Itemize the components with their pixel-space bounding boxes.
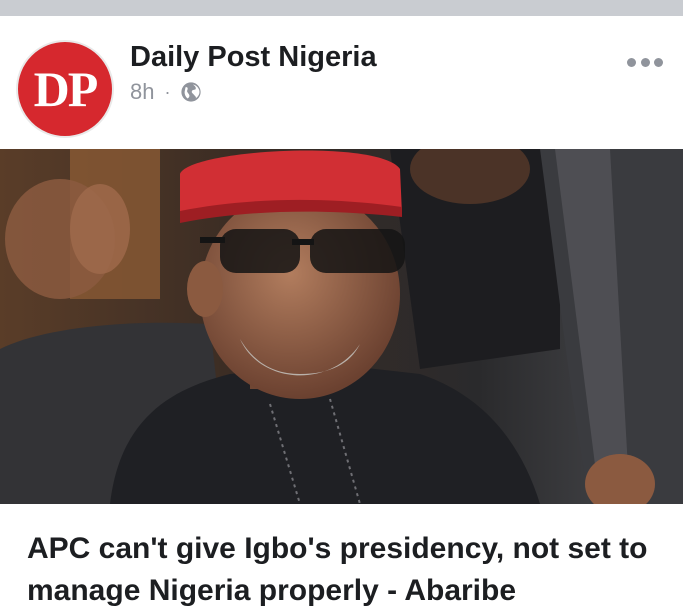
photo-illustration bbox=[0, 149, 683, 504]
avatar-logo-text: DP bbox=[33, 61, 99, 117]
link-preview[interactable]: APC can't give Igbo's presidency, not se… bbox=[0, 504, 683, 616]
more-options-icon[interactable] bbox=[627, 56, 663, 68]
post-header: DP Daily Post Nigeria 8h · bbox=[0, 16, 683, 149]
page-avatar[interactable]: DP bbox=[16, 40, 114, 138]
post-photo[interactable] bbox=[0, 149, 683, 504]
post-meta: 8h · bbox=[130, 78, 202, 106]
page-name-link[interactable]: Daily Post Nigeria bbox=[130, 40, 377, 74]
post-timestamp[interactable]: 8h bbox=[130, 79, 154, 105]
post-card: DP Daily Post Nigeria 8h · APC can't giv… bbox=[0, 16, 683, 616]
article-headline[interactable]: APC can't give Igbo's presidency, not se… bbox=[27, 528, 667, 612]
meta-separator: · bbox=[164, 81, 171, 102]
feed-top-divider bbox=[0, 0, 683, 16]
globe-icon bbox=[181, 82, 202, 102]
